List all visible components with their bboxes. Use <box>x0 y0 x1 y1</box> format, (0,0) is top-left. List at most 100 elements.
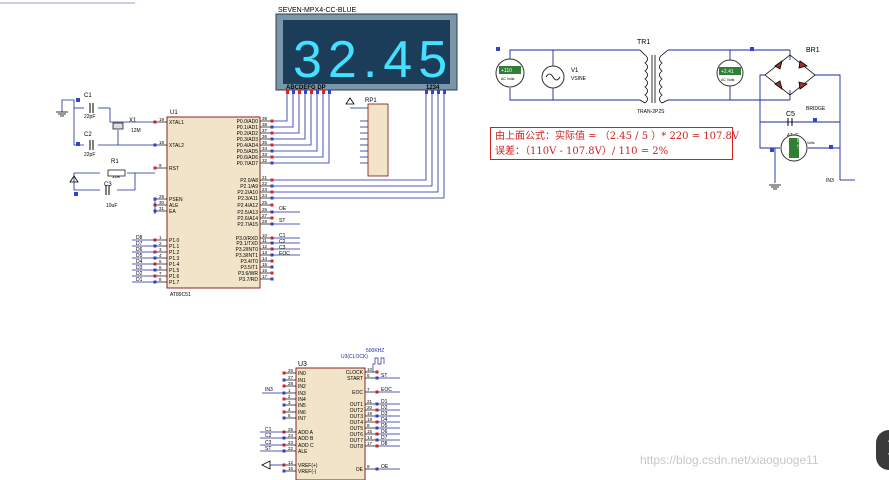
u1-left-pin-number: 4 <box>159 253 162 258</box>
v1-label: V1 <box>571 68 579 74</box>
schematic: SEVEN-MPX4-CC-BLUE 32.45 ABCDEFG DP 1234… <box>0 2 855 480</box>
in3-net-label: IN3 <box>826 178 834 184</box>
x1-label: X1 <box>129 118 137 124</box>
u1-left-pin-number: 18 <box>159 140 165 145</box>
vref-power-icon <box>261 460 271 470</box>
side-scroll-button[interactable] <box>876 430 889 470</box>
ac-voltmeter-right-unit: AC Volts <box>721 78 735 82</box>
u3-right-pin-number: 15 <box>367 429 373 434</box>
u1-right-pins: 39P0.0/AD0 38P0.1/AD1 37P0.2/AD2 36P0.3/AD3… <box>235 116 274 283</box>
ground-icon-right <box>769 184 781 190</box>
u3-right-net-label: ST <box>381 373 387 379</box>
u1-left-pin-number: 19 <box>159 117 165 122</box>
u3-right-pin-name: EOC <box>352 390 363 396</box>
u3-left-net-label: C2 <box>265 433 272 439</box>
u3-right-pin-number: 17 <box>367 441 373 446</box>
c2-value: 22pF <box>84 152 95 158</box>
u1-left-pin-name: XTAL2 <box>169 143 184 149</box>
u1-right-pin-number: 17 <box>262 274 268 279</box>
u1-right-pin-name: P2.7/A15 <box>237 222 258 228</box>
net-st-u1: ST <box>279 218 285 224</box>
u3-right-pin-number: 6 <box>367 373 370 378</box>
u1-right-pin-marker <box>270 196 274 200</box>
u1-left-pin-number: 2 <box>159 241 162 246</box>
u1-right-pin-number: 28 <box>262 219 268 224</box>
u1-left-pin-number: 8 <box>159 277 162 282</box>
ac-voltmeter-left-unit: AC Volts <box>501 77 515 81</box>
formula-note: 由上面公式：实际值 = （2.45 / 5 ）* 220 = 107.8V 误差… <box>490 127 739 160</box>
u3-left-pin-name: IN5 <box>298 403 306 409</box>
rp1-body <box>367 103 389 177</box>
u1-right-pin-marker <box>270 149 274 153</box>
dc-voltmeter-unit: Volts <box>807 141 815 145</box>
u1-right-pin-number: 35 <box>262 140 268 145</box>
u3-left-pin-number: 5 <box>288 413 291 418</box>
u3-right-pin-number: 8 <box>367 423 370 428</box>
u3-right-pin-number: 7 <box>367 387 370 392</box>
rp1-label: RP1 <box>365 98 377 104</box>
u1-right-pin-marker <box>270 161 274 165</box>
u1-right-pin-number: 25 <box>262 200 268 205</box>
u3-left-pin-number: 25 <box>288 427 294 432</box>
u3-left-pin-marker <box>282 378 286 382</box>
u1-right-wires <box>272 211 300 256</box>
u1-right-pin-number: 37 <box>262 128 268 133</box>
u3-left-pin-marker <box>282 410 286 414</box>
u3-right-pin-number: 9 <box>367 464 370 469</box>
u1-right-pin-marker <box>270 277 274 281</box>
u3-right-net-label: EOC <box>381 387 392 393</box>
u1-right-pin-number: 38 <box>262 122 268 127</box>
u3-right-net-label: D8 <box>381 441 388 447</box>
u1-right-pin-marker <box>270 119 274 123</box>
u1-right-pin-marker <box>270 259 274 263</box>
c2-label: C2 <box>84 132 92 138</box>
display-wires <box>272 94 445 199</box>
u3-left-pin-name: IN2 <box>298 384 306 390</box>
u3-left-pin-number: 22 <box>288 446 294 451</box>
v1-type: VSINE <box>571 76 587 82</box>
u3-left-pin-marker <box>282 384 286 388</box>
u1-right-pin-number: 11 <box>262 238 267 243</box>
u3-left-pin-marker <box>282 469 286 473</box>
u1-right-pin-marker <box>270 265 274 269</box>
u1-right-pin-number: 22 <box>262 181 268 186</box>
formula-note-line2: 误差：（110V - 107.8V）/ 110 = 2% <box>495 146 669 157</box>
u1-left-pin-name: RST <box>169 166 179 172</box>
chevron-right-icon <box>881 439 889 456</box>
u3-right-pin-number: 10 <box>367 367 373 372</box>
u1-right-pin-number: 15 <box>262 262 268 267</box>
bridge-rectifier-br1 <box>764 54 816 96</box>
u3-left-net-labels: C1C2C3ST <box>265 427 272 452</box>
u1-right-pin-name: P0.7/AD7 <box>237 161 259 167</box>
u1-right-pin-number: 39 <box>262 116 268 121</box>
u1-right-pin-number: 14 <box>262 256 268 261</box>
net-eoc-u1: EOC <box>279 251 290 257</box>
net-oe-u1: OE <box>279 206 287 212</box>
u3-left-pin-marker <box>282 397 286 401</box>
u3-left-pin-number: 16 <box>288 466 294 471</box>
u3-left-pin-number: 4 <box>288 407 291 412</box>
u3-right-pin-number: 21 <box>367 399 373 404</box>
u1-right-pin-marker <box>270 137 274 141</box>
u1-right-pin-number: 23 <box>262 187 268 192</box>
ground-icon <box>56 111 68 117</box>
c5-label: C5 <box>786 111 795 118</box>
clock-source-icon <box>372 357 385 372</box>
transformer-tr1 <box>639 49 669 104</box>
u1-right-pin-number: 13 <box>262 250 268 255</box>
u1-right-pin-marker <box>270 125 274 129</box>
c3-value: 10uF <box>106 203 117 209</box>
u1-left-pin-number: 1 <box>159 235 162 240</box>
u1-right-pin-number: 21 <box>262 175 268 180</box>
u1-type: AT89C51 <box>170 292 191 298</box>
u1-left-pin-name: P1.7 <box>169 280 180 286</box>
osc-reset-wires <box>61 99 156 214</box>
u3-right-net-labels: STEOCD1D2D3D4D5D6D7D8OE <box>381 373 392 470</box>
u3-left-pin-number: 24 <box>288 433 294 438</box>
u3-right-pin-name: START <box>347 376 363 382</box>
u1-right-pin-marker <box>270 143 274 147</box>
u3-right-pin-number: 20 <box>367 405 373 410</box>
u1-right-pin-number: 32 <box>262 158 268 163</box>
u1-p1-net-labels: D8D7D6D5D4D3D2D1 <box>136 235 143 283</box>
u3-right-pin-name: OE <box>356 467 364 473</box>
